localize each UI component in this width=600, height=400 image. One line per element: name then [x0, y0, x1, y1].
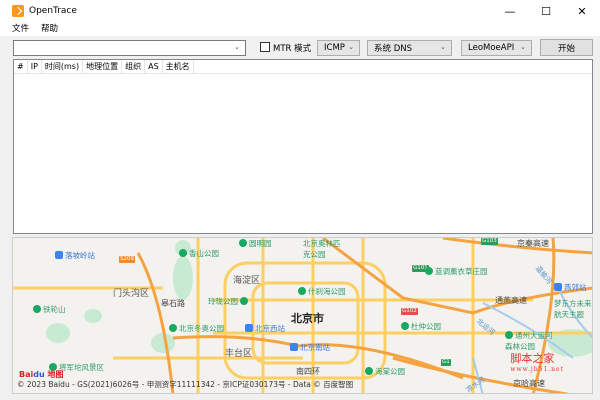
- park-icon: [169, 324, 177, 332]
- road-label: 京哈高速: [513, 379, 545, 388]
- park-label[interactable]: 通州大运河森林公园: [505, 330, 555, 352]
- col-time[interactable]: 时间(ms): [42, 60, 84, 73]
- park-label[interactable]: 海棠公园: [365, 366, 405, 377]
- window-title: OpenTrace: [29, 6, 77, 16]
- park-label[interactable]: 梦东方未来航天主题: [554, 298, 592, 320]
- district-label: 海淀区: [233, 276, 261, 286]
- city-label: 北京市: [291, 312, 324, 325]
- chevron-down-icon: ⌄: [348, 43, 354, 51]
- road-label: 南四环: [296, 367, 320, 376]
- protocol-select[interactable]: ICMP ⌄: [317, 40, 360, 56]
- park-icon: [239, 239, 247, 247]
- maximize-button[interactable]: ☐: [528, 0, 564, 22]
- highway-shield: G103: [481, 238, 498, 245]
- park-label[interactable]: 香山公园: [179, 248, 219, 259]
- target-input[interactable]: ⌄: [13, 40, 246, 56]
- station-icon: [554, 283, 562, 291]
- dns-select[interactable]: 系统 DNS ⌄: [367, 40, 452, 56]
- minimize-button[interactable]: —: [492, 0, 528, 22]
- map-copyright: © 2023 Baidu - GS(2021)6026号 - 甲测资字11111…: [17, 380, 354, 389]
- park-icon: [401, 322, 409, 330]
- highway-shield: G102: [401, 308, 418, 315]
- park-label[interactable]: 杜仲公园: [401, 321, 441, 332]
- park-label[interactable]: 北京奥林匹克公园: [303, 238, 343, 260]
- station-icon: [245, 324, 253, 332]
- chevron-down-icon: ⌄: [520, 43, 526, 51]
- station-label[interactable]: 落坡岭站: [55, 250, 95, 261]
- start-button[interactable]: 开始: [540, 39, 593, 56]
- menu-help[interactable]: 帮助: [41, 22, 58, 36]
- map-view[interactable]: S209 G101 G102 G103 G1 温榆河 北运河 凉水河 落坡岭站 …: [12, 237, 593, 394]
- col-hostname[interactable]: 主机名: [163, 60, 194, 73]
- close-button[interactable]: ✕: [564, 0, 600, 22]
- station-icon: [290, 343, 298, 351]
- mtr-checkbox[interactable]: [260, 42, 270, 52]
- toolbar: ⌄ MTR 模式 ICMP ⌄ 系统 DNS ⌄ LeoMoeAPI ⌄ 开始: [0, 37, 600, 58]
- park-label[interactable]: 什刹海公园: [298, 286, 346, 297]
- api-select[interactable]: LeoMoeAPI ⌄: [461, 40, 532, 56]
- col-location[interactable]: 地理位置: [83, 60, 123, 73]
- park-label[interactable]: 蓝调薰衣草庄园: [425, 266, 488, 277]
- park-label[interactable]: 北京冬奥公园: [169, 323, 224, 334]
- road-label: 通燕高速: [495, 296, 527, 305]
- highway-shield: S209: [119, 256, 135, 263]
- menu-bar: 文件 帮助: [0, 22, 600, 36]
- district-label: 门头沟区: [113, 289, 150, 299]
- road-label: 京秦高速: [517, 239, 549, 248]
- park-label[interactable]: 玲珑公园: [208, 296, 250, 307]
- opentrace-logo-icon: [12, 5, 24, 17]
- station-icon: [55, 251, 63, 259]
- chevron-down-icon: ⌄: [234, 43, 240, 51]
- park-icon: [365, 367, 373, 375]
- menu-file[interactable]: 文件: [12, 22, 29, 36]
- title-bar: OpenTrace — ☐ ✕: [0, 0, 600, 22]
- park-icon: [179, 249, 187, 257]
- mtr-label: MTR 模式: [273, 44, 312, 54]
- park-label[interactable]: 铁轮山: [33, 304, 66, 315]
- watermark: 脚本之家 www.jb51.net: [510, 352, 564, 373]
- district-label: 丰台区: [225, 349, 253, 359]
- park-icon: [298, 287, 306, 295]
- chevron-down-icon: ⌄: [440, 43, 446, 51]
- table-header: # IP 时间(ms) 地理位置 组织 AS 主机名: [14, 60, 592, 74]
- park-icon: [425, 267, 433, 275]
- station-label[interactable]: 燕郊站: [554, 282, 587, 293]
- trace-table: # IP 时间(ms) 地理位置 组织 AS 主机名: [13, 59, 593, 234]
- col-as[interactable]: AS: [145, 60, 163, 73]
- road-label: 皋石路: [161, 299, 185, 308]
- park-icon: [240, 297, 248, 305]
- park-label[interactable]: 圆明园: [239, 238, 272, 249]
- col-ip[interactable]: IP: [28, 60, 42, 73]
- station-label[interactable]: 北京西站: [245, 323, 285, 334]
- park-icon: [33, 305, 41, 313]
- station-label[interactable]: 北京南站: [290, 342, 330, 353]
- col-org[interactable]: 组织: [122, 60, 146, 73]
- col-hop[interactable]: #: [14, 60, 28, 73]
- park-icon: [505, 331, 513, 339]
- highway-shield: G1: [441, 359, 451, 366]
